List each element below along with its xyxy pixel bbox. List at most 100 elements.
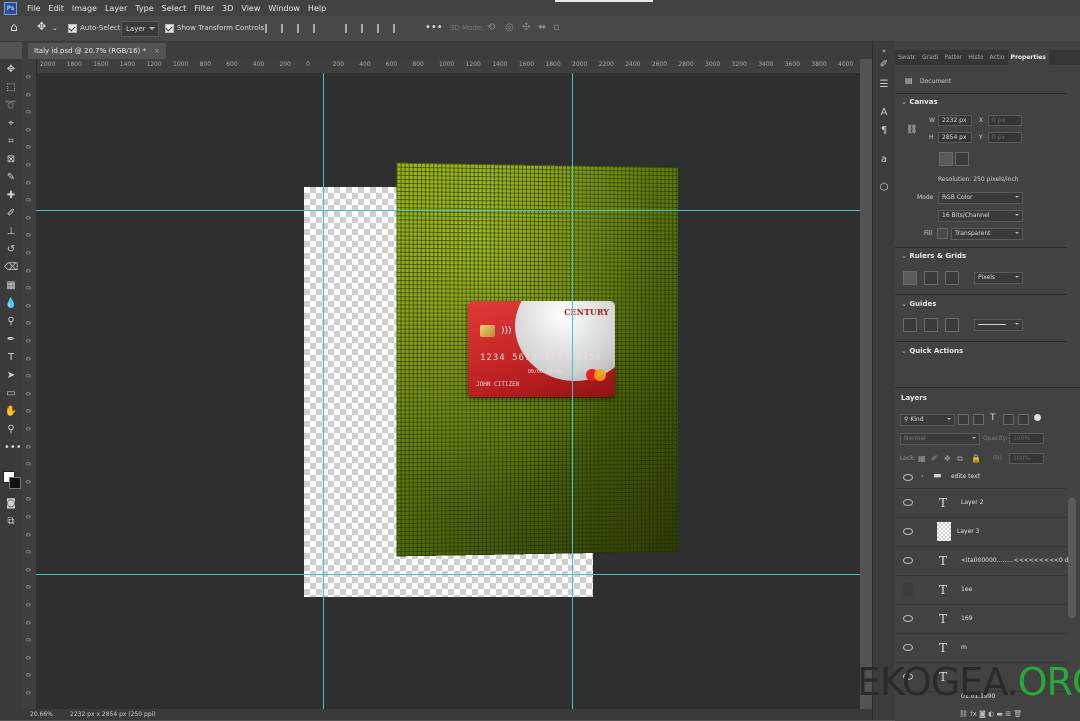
3d-slide-icon[interactable]: ⬌ — [538, 21, 546, 35]
canvas-fill-dropdown[interactable]: Transparent — [951, 228, 1023, 240]
guide-vertical-left[interactable] — [323, 73, 324, 709]
filter-toggle-icon[interactable] — [1034, 414, 1041, 421]
tab-gradients[interactable]: Gradi — [919, 50, 941, 65]
new-group-icon[interactable]: ▬ — [996, 710, 1003, 718]
lock-position-icon[interactable]: ✥ — [944, 454, 951, 463]
home-icon[interactable]: ⌂ — [10, 20, 18, 34]
paragraph-panel-icon[interactable]: ¶ — [878, 125, 890, 137]
layer-filter-kind-dropdown[interactable]: ⚲ Kind — [900, 414, 955, 426]
menu-3d[interactable]: 3D — [218, 4, 237, 13]
quick-actions-section-title[interactable]: ⌄ Quick Actions — [901, 347, 963, 355]
3d-panel-icon[interactable]: ⬡ — [878, 182, 890, 194]
menu-file[interactable]: File — [23, 4, 44, 13]
3d-orbit-icon[interactable]: ⟲ — [487, 21, 495, 35]
screen-mode-icon[interactable]: ⧉ — [4, 515, 18, 529]
collapse-panels-icon[interactable]: « — [878, 45, 890, 57]
portrait-orientation-icon[interactable] — [939, 152, 953, 166]
lasso-tool-icon[interactable]: ➰ — [4, 99, 18, 113]
history-brush-tool-icon[interactable]: ↺ — [4, 243, 18, 257]
rulers-grids-section-title[interactable]: ⌄ Rulers & Grids — [901, 252, 966, 260]
frame-tool-icon[interactable]: ⊠ — [4, 153, 18, 167]
brush-settings-icon[interactable]: ✐ — [878, 59, 890, 71]
layer-row[interactable]: T 169 — [895, 605, 1067, 634]
tool-preset-chevron-icon[interactable]: ⌄ — [52, 21, 58, 35]
link-layers-icon[interactable]: ⛓ — [959, 710, 968, 718]
layers-scrollbar[interactable] — [1068, 498, 1076, 618]
menu-type[interactable]: Type — [131, 4, 157, 13]
rectangle-tool-icon[interactable]: ▭ — [4, 387, 18, 401]
align-left-icon[interactable] — [265, 24, 275, 33]
dodge-tool-icon[interactable]: ⚲ — [4, 315, 18, 329]
pixel-grid-icon[interactable] — [945, 271, 959, 285]
link-dimensions-icon[interactable]: ⛓ — [906, 125, 917, 135]
delete-layer-icon[interactable]: 🗑 — [1013, 710, 1022, 718]
3d-pan-icon[interactable]: ✣ — [522, 21, 530, 35]
more-options-icon[interactable]: ••• — [425, 21, 443, 35]
healing-brush-tool-icon[interactable]: ✚ — [4, 189, 18, 203]
guide-layout-icon[interactable] — [945, 318, 959, 332]
glyphs-panel-icon[interactable]: a — [878, 154, 890, 166]
new-layer-icon[interactable]: ⊞ — [1005, 710, 1011, 718]
visibility-off-box[interactable] — [903, 582, 913, 596]
opacity-input[interactable]: 100% — [1009, 433, 1044, 444]
move-tool-icon[interactable]: ✥ — [4, 63, 18, 77]
auto-select-dropdown[interactable]: Layer — [121, 21, 159, 35]
add-mask-icon[interactable]: ◙ — [979, 710, 986, 718]
menu-layer[interactable]: Layer — [101, 4, 131, 13]
guides-section-title[interactable]: ⌄ Guides — [901, 300, 936, 308]
eye-icon[interactable] — [903, 474, 913, 481]
tab-actions[interactable]: Actio — [987, 50, 1008, 65]
align-center-icon[interactable] — [281, 24, 291, 33]
canvas-y-input[interactable]: 0 px — [988, 132, 1022, 143]
eyedropper-tool-icon[interactable]: ✎ — [4, 171, 18, 185]
eye-icon[interactable] — [903, 615, 913, 622]
show-transform-checkbox[interactable]: Show Transform Controls — [165, 21, 264, 35]
clone-stamp-tool-icon[interactable]: ⊥ — [4, 225, 18, 239]
fill-color-swatch[interactable] — [937, 228, 948, 239]
close-tab-icon[interactable]: × — [154, 47, 160, 55]
distribute-vertical-icon[interactable] — [393, 24, 403, 33]
menu-view[interactable]: View — [237, 4, 264, 13]
canvas-x-input[interactable]: 0 px — [988, 115, 1022, 126]
filter-type-icon[interactable]: T — [990, 413, 996, 423]
quick-mask-icon[interactable]: ◙ — [4, 497, 18, 511]
eye-icon[interactable] — [903, 528, 913, 535]
eye-icon[interactable] — [903, 499, 913, 506]
blend-mode-dropdown[interactable]: Normal — [900, 433, 980, 445]
guide-vertical-right[interactable] — [572, 73, 573, 709]
menu-window[interactable]: Window — [264, 4, 304, 13]
align-right-icon[interactable] — [297, 24, 307, 33]
layer-row[interactable]: T 1ee — [895, 576, 1067, 605]
brush-tool-icon[interactable]: ✐ — [4, 207, 18, 221]
type-tool-icon[interactable]: T — [4, 351, 18, 365]
guides-show-icon[interactable] — [903, 318, 917, 332]
layers-panel-title[interactable]: Layers — [901, 394, 927, 402]
lock-image-icon[interactable]: ✐ — [931, 454, 938, 463]
chevron-right-icon[interactable]: › — [921, 472, 924, 480]
filter-adjustment-icon[interactable] — [973, 414, 984, 425]
quick-select-tool-icon[interactable]: ⌖ — [4, 117, 18, 131]
credit-card-image[interactable]: CENTURY ))) 1234 5678 9012 3456 00/00 00… — [468, 301, 615, 397]
bit-depth-dropdown[interactable]: 16 Bits/Channel — [938, 210, 1023, 222]
crop-tool-icon[interactable]: ⌗ — [4, 135, 18, 149]
marquee-tool-icon[interactable]: ⬚ — [4, 81, 18, 95]
tab-histogram[interactable]: Histo — [965, 50, 986, 65]
tab-patterns[interactable]: Patter — [941, 50, 965, 65]
lock-all-icon[interactable]: 🔒 — [971, 454, 981, 463]
blur-tool-icon[interactable]: 💧 — [4, 297, 18, 311]
adjustment-layer-icon[interactable]: ◐ — [988, 710, 994, 718]
eye-icon[interactable] — [903, 644, 913, 651]
guide-style-dropdown[interactable] — [974, 319, 1023, 331]
hand-tool-icon[interactable]: ✋ — [4, 405, 18, 419]
filter-smart-object-icon[interactable] — [1018, 414, 1029, 425]
background-color-swatch[interactable] — [9, 477, 21, 489]
3d-scale-icon[interactable]: ▫ — [553, 21, 560, 35]
new-guide-icon[interactable] — [924, 318, 938, 332]
align-top-icon[interactable] — [313, 24, 323, 33]
menu-help[interactable]: Help — [304, 4, 330, 13]
tab-swatches[interactable]: Swatc — [895, 50, 919, 65]
layer-row[interactable]: T Layer 2 — [895, 489, 1067, 518]
document-tab[interactable]: Italy id.psd @ 20.7% (RGB/16) *× — [28, 43, 166, 59]
move-tool-icon[interactable]: ✥ — [37, 20, 46, 34]
eye-icon[interactable] — [903, 557, 913, 564]
